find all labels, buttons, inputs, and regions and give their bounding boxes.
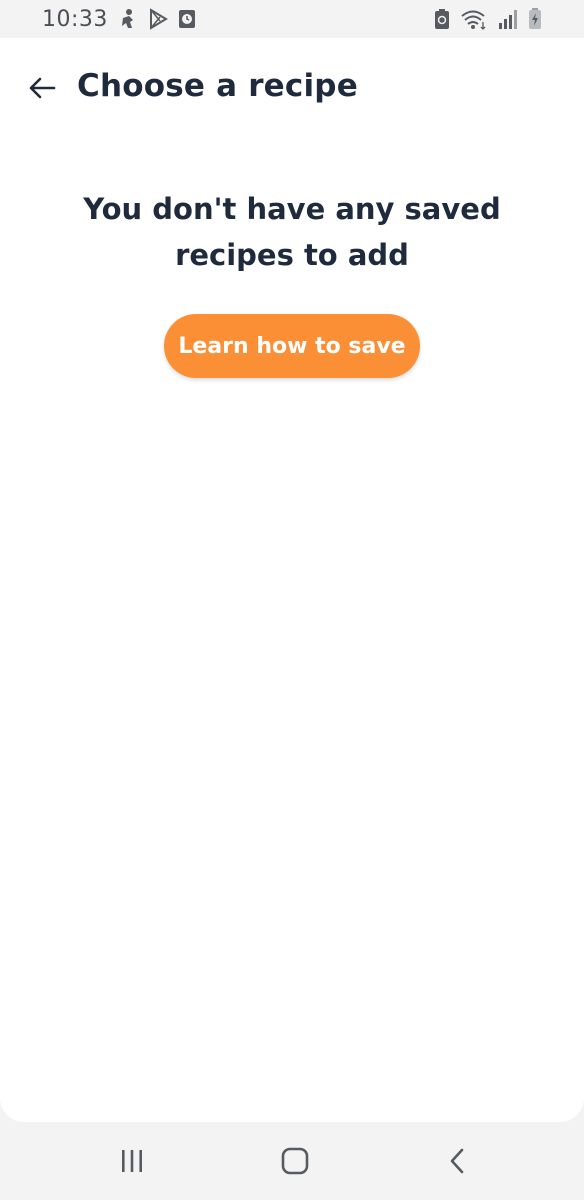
screen: 10:33 Choose a recipe You don't have any… xyxy=(0,0,584,1200)
signal-icon xyxy=(498,9,518,29)
back-button[interactable] xyxy=(22,68,62,108)
navigation-bar xyxy=(0,1122,584,1200)
learn-how-to-save-button[interactable]: Learn how to save xyxy=(164,314,420,378)
status-time: 10:33 xyxy=(42,6,108,32)
arrow-left-icon xyxy=(29,77,56,99)
fitness-figure-icon xyxy=(118,8,138,30)
home-button[interactable] xyxy=(275,1144,315,1178)
play-store-icon xyxy=(148,8,168,30)
home-icon xyxy=(281,1147,309,1175)
app-bar: Choose a recipe xyxy=(0,38,584,142)
recent-apps-button[interactable] xyxy=(112,1144,152,1178)
empty-state-message: You don't have any saved recipes to add xyxy=(83,192,501,272)
page-title: Choose a recipe xyxy=(77,68,358,104)
back-icon xyxy=(450,1148,464,1174)
battery-saver-icon xyxy=(434,8,450,30)
battery-icon xyxy=(528,8,542,30)
app-content: Choose a recipe You don't have any saved… xyxy=(0,38,584,1122)
wifi-icon xyxy=(460,8,488,30)
recent-apps-icon xyxy=(122,1150,142,1172)
status-right xyxy=(434,8,542,30)
clock-app-icon xyxy=(178,9,196,29)
system-back-button[interactable] xyxy=(438,1144,478,1178)
status-left: 10:33 xyxy=(42,7,196,32)
status-bar: 10:33 xyxy=(0,0,584,38)
